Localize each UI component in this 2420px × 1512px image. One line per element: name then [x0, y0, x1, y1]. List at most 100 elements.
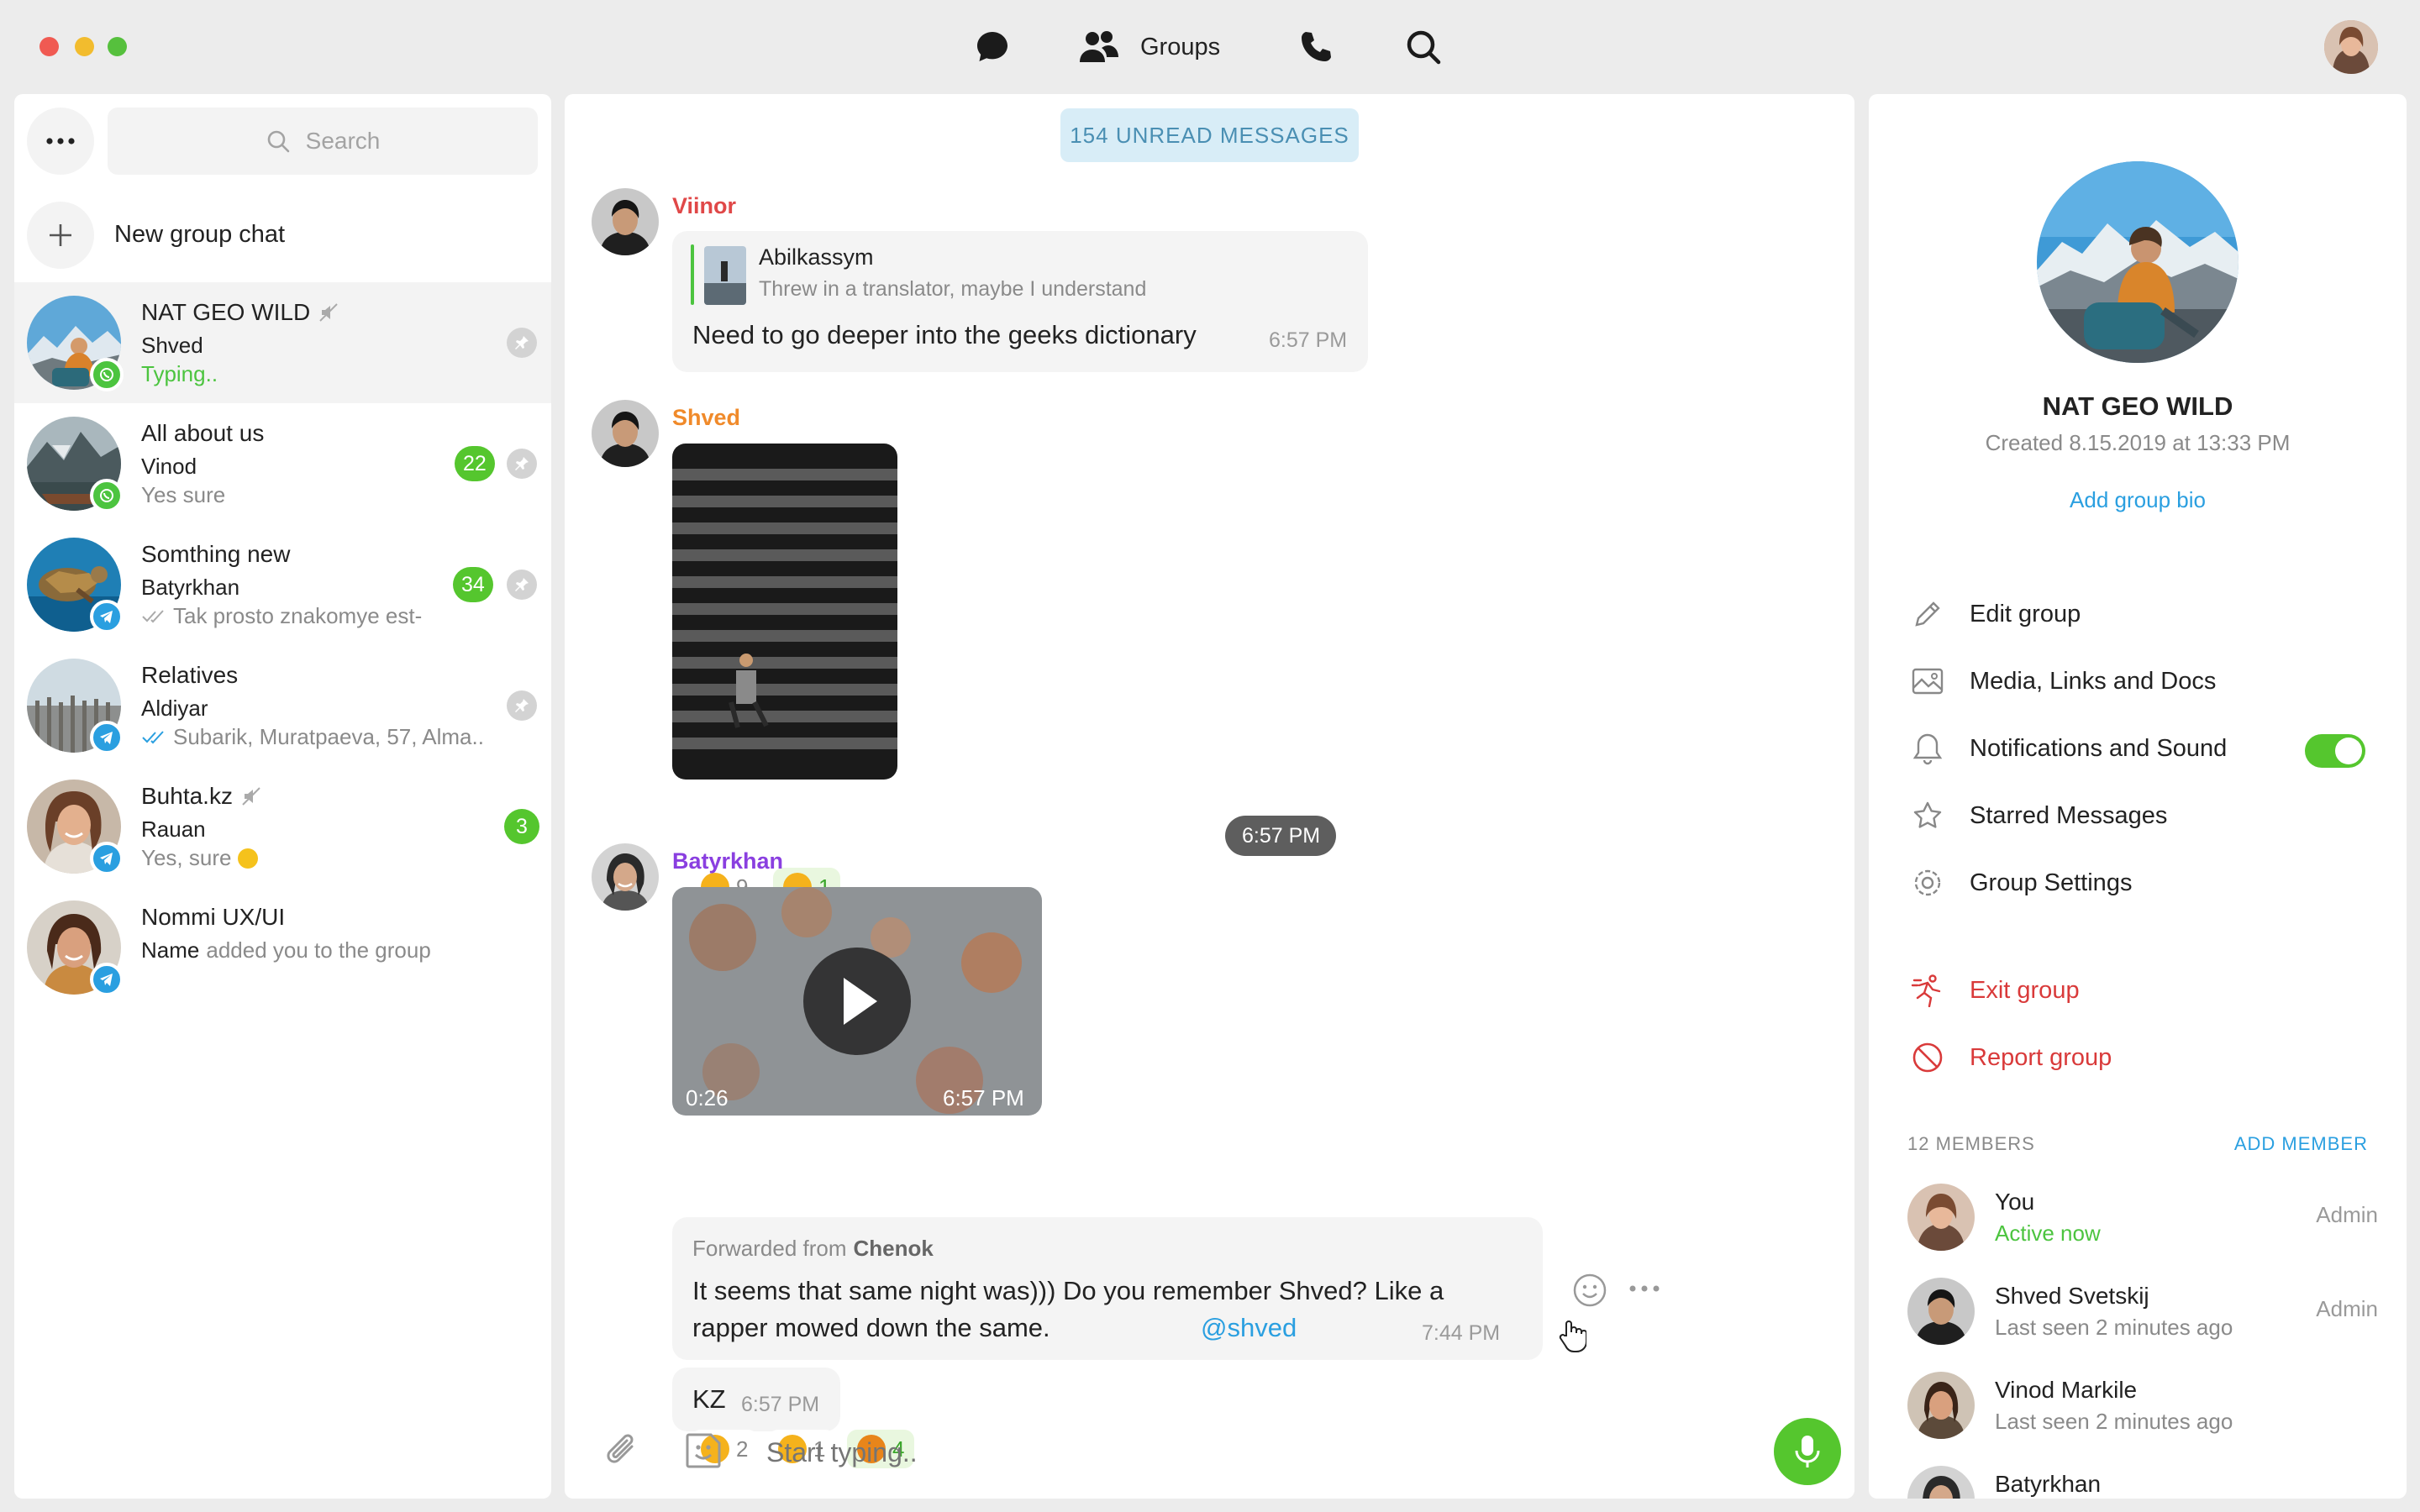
read-ticks-icon — [142, 609, 164, 622]
photo-attachment[interactable] — [672, 444, 897, 780]
new-group-button[interactable] — [27, 202, 94, 269]
exit-icon — [1911, 974, 1941, 1007]
more-menu-button[interactable] — [27, 108, 94, 175]
media-links-docs-button[interactable]: Media, Links and Docs — [1911, 660, 2216, 702]
notifications-toggle[interactable] — [2305, 734, 2365, 768]
menu-label: Edit group — [1970, 600, 2081, 627]
report-group-button[interactable]: Report group — [1911, 1037, 2112, 1079]
window-close-button[interactable] — [39, 37, 59, 56]
chat-last-message: Name added you to the group — [141, 937, 431, 963]
sender-name[interactable]: Shved — [672, 405, 740, 431]
plus-icon — [50, 224, 71, 246]
message-bubble[interactable]: Abilkassym Threw in a translator, maybe … — [672, 231, 1368, 372]
mention-link[interactable]: @shved — [1201, 1310, 1297, 1347]
paperclip-icon — [607, 1434, 634, 1463]
groups-nav[interactable]: Groups — [1078, 24, 1220, 71]
chat-list-item[interactable]: Somthing new Batyrkhan Tak prosto znakom… — [14, 524, 551, 645]
reply-thumbnail — [704, 246, 746, 305]
voice-record-button[interactable] — [1774, 1418, 1841, 1485]
chat-list-item[interactable]: Nommi UX/UI Name added you to the group — [14, 887, 551, 1008]
message-bubble[interactable]: KZ 6:57 PM — [672, 1368, 840, 1431]
window-maximize-button[interactable] — [108, 37, 127, 56]
chat-list-item[interactable]: NAT GEO WILD Shved Typing.. — [14, 282, 551, 403]
sticker-button[interactable] — [682, 1430, 724, 1476]
chat-sender: Rauan — [141, 816, 206, 842]
member-name: Shved Svetskij — [1995, 1283, 2149, 1309]
edit-group-button[interactable]: Edit group — [1911, 593, 2081, 635]
member-name: Vinod Markile — [1995, 1377, 2138, 1403]
user-avatar[interactable] — [2324, 20, 2378, 74]
chat-title: Buhta.kz — [141, 783, 233, 809]
chat-last-message: Tak prosto znakomye est- — [141, 603, 422, 629]
pin-icon[interactable] — [507, 690, 537, 721]
microphone-icon — [1795, 1436, 1820, 1467]
member-avatar — [1907, 1184, 1975, 1251]
group-avatar[interactable] — [2037, 161, 2238, 363]
chat-last-message: Typing.. — [141, 361, 218, 387]
pin-icon[interactable] — [507, 449, 537, 479]
members-count: 12 MEMBERS — [1907, 1133, 2035, 1154]
unread-messages-divider: 154 UNREAD MESSAGES — [1060, 108, 1359, 162]
chat-last-message: Yes, sure — [141, 845, 259, 871]
message-time: 6:57 PM — [1269, 328, 1348, 352]
more-dots-icon — [1629, 1285, 1660, 1292]
more-dots-icon — [46, 138, 75, 144]
member-row[interactable]: Shved Svetskij Last seen 2 minutes ago A… — [1907, 1268, 2378, 1352]
sender-name[interactable]: Batyrkhan — [672, 848, 783, 874]
sender-avatar[interactable] — [592, 188, 659, 255]
sender-avatar[interactable] — [592, 400, 659, 467]
window-minimize-button[interactable] — [75, 37, 94, 56]
groups-nav-label: Groups — [1140, 33, 1221, 60]
member-status: Active now — [1995, 1221, 2101, 1246]
add-reaction-button[interactable] — [1572, 1273, 1607, 1312]
search-placeholder: Search — [305, 128, 381, 154]
member-row[interactable]: Batyrkhan — [1907, 1456, 2378, 1499]
search-icon — [1407, 30, 1441, 65]
search-input[interactable]: Search — [108, 108, 538, 175]
menu-label: Group Settings — [1970, 869, 2133, 896]
starred-messages-button[interactable]: Starred Messages — [1911, 795, 2167, 837]
telegram-icon — [90, 842, 124, 875]
message-author: Name — [141, 937, 200, 963]
add-group-bio-link[interactable]: Add group bio — [1869, 487, 2407, 513]
chat-list-item[interactable]: All about us Vinod Yes sure 22 — [14, 403, 551, 524]
chat-last-message: Yes sure — [141, 482, 225, 508]
reply-quote[interactable] — [691, 244, 694, 305]
sender-avatar[interactable] — [592, 843, 659, 911]
notifications-sound-button[interactable]: Notifications and Sound — [1911, 727, 2227, 769]
member-role: Admin — [2316, 1296, 2378, 1321]
calls-nav[interactable] — [1298, 24, 1334, 71]
pin-icon[interactable] — [507, 328, 537, 358]
menu-label: Exit group — [1970, 976, 2080, 1004]
pin-icon[interactable] — [507, 570, 537, 600]
video-attachment[interactable] — [672, 887, 1042, 1116]
forwarded-from[interactable]: Chenok — [854, 1236, 934, 1262]
read-ticks-icon — [142, 730, 164, 743]
group-settings-button[interactable]: Group Settings — [1911, 862, 2132, 904]
member-row[interactable]: You Active now Admin — [1907, 1173, 2378, 1257]
sender-name[interactable]: Viinor — [672, 193, 736, 219]
search-nav[interactable] — [1405, 24, 1442, 71]
message-text: KZ — [692, 1384, 726, 1414]
chat-sender: Aldiyar — [141, 696, 208, 721]
message-time: 7:44 PM — [1422, 1321, 1501, 1345]
forwarded-message-bubble[interactable]: Forwarded from Chenok It seems that same… — [672, 1217, 1543, 1360]
message-text: It seems that same night was))) Do you r… — [692, 1276, 1444, 1342]
attach-button[interactable] — [602, 1430, 644, 1476]
pencil-icon — [1915, 601, 1940, 627]
chat-list-item[interactable]: Relatives Aldiyar Subarik, Muratpaeva, 5… — [14, 645, 551, 766]
message-text: Need to go deeper into the geeks diction… — [692, 320, 1197, 349]
exit-group-button[interactable]: Exit group — [1911, 969, 2080, 1011]
message-more-button[interactable] — [1628, 1282, 1660, 1297]
member-row[interactable]: Vinod Markile Last seen 2 minutes ago — [1907, 1362, 2378, 1446]
chats-nav[interactable] — [975, 24, 1010, 71]
member-role: Admin — [2316, 1202, 2378, 1227]
smiley-icon — [1573, 1273, 1607, 1307]
chat-last-message-text: Yes, sure — [141, 845, 232, 870]
chat-last-message: Subarik, Muratpaeva, 57, Alma.. — [141, 724, 484, 750]
new-group-label[interactable]: New group chat — [114, 221, 285, 249]
add-member-button[interactable]: ADD MEMBER — [2234, 1133, 2368, 1155]
chat-list-item[interactable]: Buhta.kz Rauan Yes, sure 3 — [14, 766, 551, 887]
message-input[interactable] — [766, 1431, 1607, 1473]
unread-badge: 3 — [504, 809, 539, 844]
